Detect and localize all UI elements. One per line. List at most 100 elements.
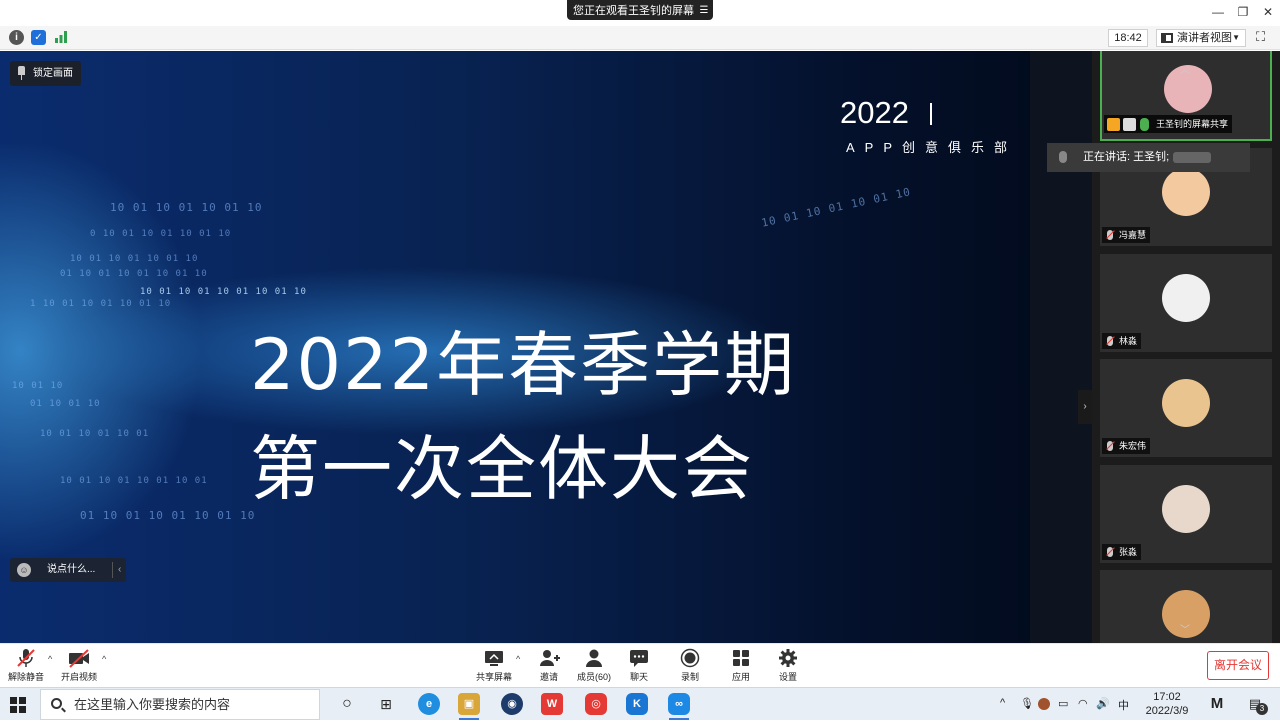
wifi-icon[interactable]: ◠ — [1078, 697, 1088, 710]
chevron-up-icon[interactable]: ^ — [1000, 697, 1005, 709]
unmute-button[interactable]: 解除静音 — [2, 648, 50, 686]
screen-icon — [1123, 118, 1136, 131]
members-button[interactable]: 成员(60) — [570, 648, 618, 686]
apps-button[interactable]: 应用 — [717, 648, 765, 686]
participant-name: 朱宏伟 — [1119, 441, 1146, 451]
chat-button[interactable]: 聊天 — [615, 648, 663, 686]
binary-row: 10 01 10 01 10 01 10 01 10 — [140, 287, 307, 297]
pin-icon — [18, 66, 25, 75]
netease-music-icon[interactable]: ◎ — [585, 693, 607, 715]
slide-title-line2: 第一次全体大会 — [250, 413, 754, 514]
slide-year: 2022 — [840, 95, 909, 131]
notification-icon[interactable]: ▤3 — [1244, 693, 1266, 715]
window-titlebar: 您正在观看王圣钊的屏幕 ☰ — ❐ ✕ — [0, 0, 1280, 26]
binary-row: 10 01 10 — [12, 381, 63, 391]
binary-row: 1 10 01 10 01 10 01 10 — [30, 299, 171, 309]
shield-icon[interactable]: ✓ — [31, 30, 46, 45]
edge-browser-icon[interactable]: e — [418, 693, 440, 715]
ime-indicator[interactable]: 中 — [1118, 697, 1129, 713]
collapse-panel-button[interactable]: › — [1078, 390, 1092, 424]
share-banner[interactable]: 您正在观看王圣钊的屏幕 ☰ — [567, 0, 713, 20]
volume-icon[interactable]: 🔊 — [1096, 697, 1110, 710]
settings-button[interactable]: 设置 — [764, 648, 812, 686]
chevron-up-icon[interactable]: ^ — [102, 654, 106, 664]
view-mode-label: 演讲者视图 — [1177, 32, 1232, 44]
task-view-icon[interactable]: ⊞ — [375, 693, 397, 715]
app-tray-icon[interactable] — [1038, 698, 1050, 710]
stage-right-dark — [1030, 51, 1092, 643]
wps-icon[interactable]: W — [541, 693, 563, 715]
share-banner-text: 您正在观看王圣钊的屏幕 — [573, 2, 695, 18]
start-video-button[interactable]: 开启视频 — [55, 648, 103, 686]
avatar — [1162, 379, 1210, 427]
search-icon — [51, 698, 62, 709]
chevron-left-icon[interactable]: ‹ — [118, 558, 121, 582]
tencent-meeting-icon[interactable]: ∞ — [668, 693, 690, 715]
taskbar-time: 17:02 — [1142, 690, 1192, 704]
restore-button[interactable]: ❐ — [1229, 3, 1257, 21]
lock-screen-button[interactable]: 锁定画面 — [10, 61, 81, 86]
microphone-icon[interactable]: 🎙 — [1020, 697, 1034, 710]
apps-icon — [730, 648, 752, 668]
taskbar-date: 2022/3/9 — [1142, 704, 1192, 718]
app-icon[interactable]: ◉ — [501, 693, 523, 715]
binary-row: 10 01 10 01 10 01 — [40, 429, 149, 439]
shared-screen: 10 01 10 01 10 01 10 0 10 01 10 01 10 01… — [0, 51, 1092, 643]
speaking-indicator: 正在讲话: 王圣钊; — [1047, 143, 1250, 172]
chevron-up-icon[interactable]: ^ — [516, 654, 520, 664]
avatar — [1162, 485, 1210, 533]
close-button[interactable]: ✕ — [1254, 3, 1280, 21]
record-button[interactable]: 录制 — [666, 648, 714, 686]
minimize-button[interactable]: — — [1204, 3, 1232, 21]
avatar — [1162, 168, 1210, 216]
battery-icon[interactable]: ▭ — [1058, 697, 1068, 710]
participant-tile[interactable]: 林淼 — [1100, 254, 1272, 352]
chevron-up-icon[interactable]: ^ — [48, 654, 52, 664]
info-icon[interactable]: i — [9, 30, 24, 45]
participant-name-tag: 冯嘉慧 — [1102, 227, 1150, 243]
add-user-icon — [538, 648, 560, 668]
host-icon — [1107, 118, 1120, 131]
windows-taskbar: 在这里输入你要搜索的内容 ○ ⊞ e ▣ ◉ W ◎ K ∞ ^ 🎙 ▭ ◠ 🔊… — [0, 687, 1280, 720]
binary-row: 0 10 01 10 01 10 01 10 — [90, 229, 231, 239]
invite-button[interactable]: 邀请 — [525, 648, 573, 686]
participant-name: 张淼 — [1119, 547, 1137, 557]
participant-name-tag: 林淼 — [1102, 333, 1141, 349]
menu-icon[interactable]: ☰ — [695, 5, 713, 16]
chevron-up-icon[interactable]: ︿ — [1180, 61, 1190, 76]
invite-label: 邀请 — [525, 670, 573, 683]
gear-icon — [777, 648, 799, 668]
taskbar-search-input[interactable]: 在这里输入你要搜索的内容 — [40, 689, 320, 720]
participant-tile[interactable]: 张淼 — [1100, 465, 1272, 563]
signal-icon[interactable] — [53, 30, 68, 45]
share-screen-button[interactable]: 共享屏幕 — [470, 648, 518, 686]
view-mode-select[interactable]: 演讲者视图 ▼ — [1156, 29, 1246, 47]
record-label: 录制 — [666, 670, 714, 683]
meeting-toolbar: i ✓ 18:42 演讲者视图 ▼ ⛶ — [0, 26, 1280, 50]
binary-row: 10 01 10 01 10 01 10 — [110, 201, 262, 214]
slide-title-line1: 2022年春季学期 — [250, 309, 796, 410]
participant-name-tag: 张淼 — [1102, 544, 1141, 560]
windows-start-icon[interactable] — [10, 697, 26, 713]
taskbar-clock[interactable]: 17:02 2022/3/9 — [1142, 690, 1192, 718]
app-m-icon[interactable]: M — [1206, 693, 1228, 715]
slide-club-name: APP创意俱乐部 — [846, 137, 1017, 156]
divider — [112, 562, 113, 578]
share-screen-label: 共享屏幕 — [470, 670, 518, 683]
emoji-icon[interactable]: ☺ — [17, 563, 31, 577]
leave-meeting-button[interactable]: 离开会议 — [1207, 651, 1269, 680]
participant-tile[interactable]: 朱宏伟 — [1100, 359, 1272, 457]
speaking-text: 正在讲话: 王圣钊; — [1083, 151, 1169, 163]
chat-input[interactable]: ☺ 说点什么... ‹ — [10, 558, 126, 582]
screenshot-app-icon[interactable]: ▣ — [458, 693, 480, 715]
members-label: 成员(60) — [570, 670, 618, 683]
screen-share-label: 王圣钊的屏幕共享 — [1104, 115, 1232, 133]
participant-name: 王圣钊的屏幕共享 — [1156, 119, 1228, 129]
app-k-icon[interactable]: K — [626, 693, 648, 715]
cortana-icon[interactable]: ○ — [336, 693, 358, 715]
chevron-down-icon[interactable]: ﹀ — [1180, 621, 1190, 636]
participant-name: 冯嘉慧 — [1119, 230, 1146, 240]
microphone-icon — [1059, 151, 1067, 163]
fullscreen-icon[interactable]: ⛶ — [1256, 30, 1270, 44]
chat-label: 聊天 — [615, 670, 663, 683]
